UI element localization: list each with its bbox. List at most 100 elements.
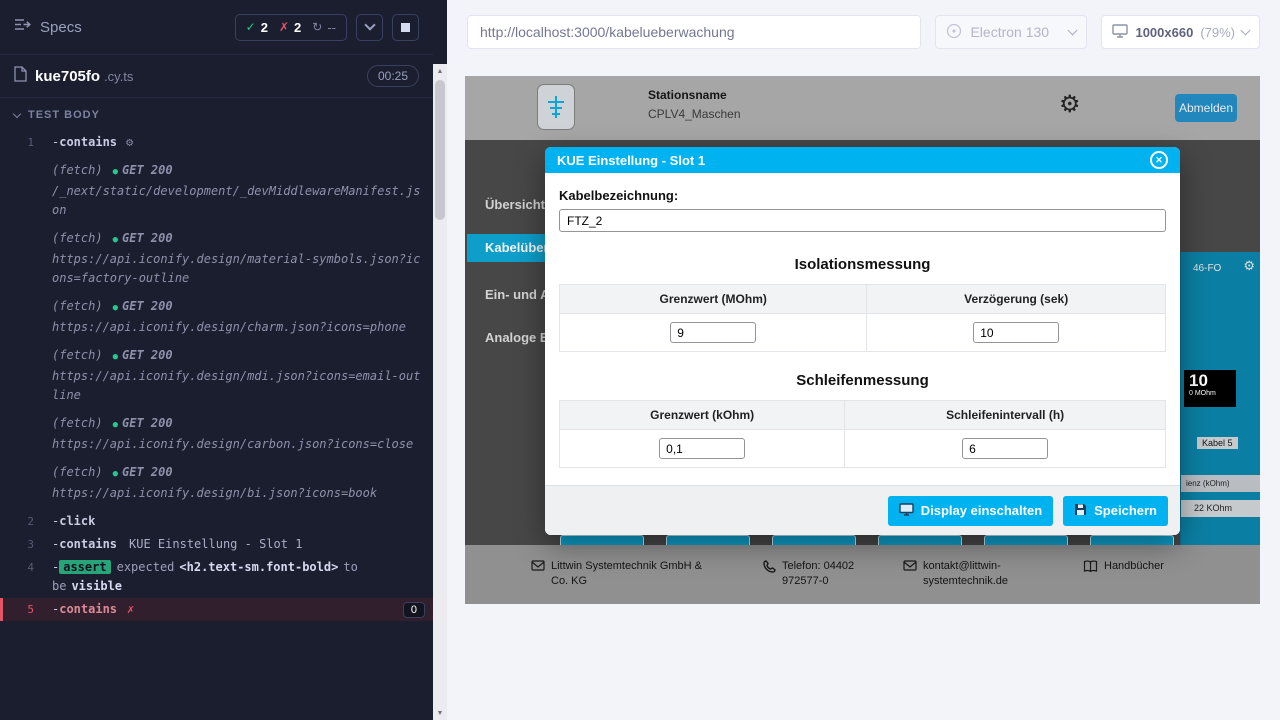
slot-button[interactable] (666, 535, 750, 545)
footer-company: Littwin Systemtechnik GmbH & Co. KG (531, 559, 717, 589)
panel-gear-icon[interactable]: ⚙ (1243, 258, 1255, 274)
footer-phone: Telefon: 04402 972577-0 (763, 559, 885, 589)
kue-settings-modal: KUE Einstellung - Slot 1 ✕ Kabelbezeichn… (545, 147, 1180, 535)
modal-header: KUE Einstellung - Slot 1 ✕ (545, 147, 1180, 173)
station-value: CPLV4_Maschen (648, 107, 741, 121)
scroll-down-icon[interactable]: ▼ (433, 706, 447, 720)
close-icon[interactable]: ✕ (1150, 151, 1168, 169)
panel-row: ienz (kOhm) (1181, 475, 1260, 492)
column-header: Grenzwert (MOhm) (560, 285, 867, 314)
app-footer: Littwin Systemtechnik GmbH & Co. KG Tele… (465, 545, 1260, 604)
grenzwert-kohm-input[interactable] (659, 438, 745, 459)
chevron-down-icon (1241, 26, 1251, 36)
reporter-panel: Specs ✓2 ✗2 ↻-- kue705fo.cy.ts 00:25 TES… (0, 0, 447, 720)
column-header: Grenzwert (kOhm) (560, 401, 845, 430)
browser-label: Electron 130 (970, 24, 1049, 40)
kabel-name-input[interactable] (559, 209, 1166, 232)
sidebar-item-analoge[interactable]: Analoge Ei (485, 330, 552, 345)
browser-selector[interactable]: Electron 130 (935, 15, 1087, 49)
command-row[interactable]: 2 -click (0, 510, 433, 533)
status-dot-icon: ● (113, 420, 118, 430)
chevron-down-icon (1068, 26, 1078, 36)
fetch-log-row[interactable]: (fetch)●GET 200https://api.iconify.desig… (0, 344, 433, 407)
spec-extension: .cy.ts (104, 69, 133, 84)
column-header: Schleifenintervall (h) (845, 401, 1166, 430)
specs-label[interactable]: Specs (40, 19, 82, 36)
slot-button[interactable] (560, 535, 644, 545)
collapse-button[interactable] (356, 14, 383, 41)
pending-count: ↻-- (312, 20, 336, 35)
command-row[interactable]: 3 -containsKUE Einstellung - Slot 1 (0, 533, 433, 556)
fetch-log-row[interactable]: (fetch)●GET 200https://api.iconify.desig… (0, 227, 433, 290)
logout-button[interactable]: Abmelden (1175, 94, 1237, 122)
check-icon: ✓ (246, 20, 256, 34)
schleife-table: Grenzwert (kOhm) Schleifenintervall (h) (559, 400, 1166, 468)
fetch-log-row[interactable]: (fetch)●GET 200https://api.iconify.desig… (0, 461, 433, 505)
gear-icon: ⚙ (126, 135, 133, 149)
chevron-down-icon (364, 19, 375, 30)
cross-icon: ✗ (279, 20, 289, 34)
mail-icon (903, 559, 917, 589)
slot-button-row (560, 535, 1174, 545)
footer-email[interactable]: kontakt@littwin-systemtechnik.de (903, 559, 1007, 589)
schleifenintervall-input[interactable] (962, 438, 1048, 459)
runner-topbar: Electron 130 1000x660 (79%) (447, 0, 1280, 64)
status-dot-icon: ● (113, 352, 118, 362)
assert-row[interactable]: 4 -assertexpected<h2.text-sm.font-bold>t… (0, 556, 433, 598)
reporter-header: Specs ✓2 ✗2 ↻-- (0, 0, 433, 54)
display-icon (899, 503, 914, 519)
verzoegerung-input[interactable] (973, 322, 1059, 343)
station-info: Stationsname CPLV4_Maschen (648, 88, 741, 121)
panel-title: 46-FO (1193, 263, 1221, 274)
slot-button[interactable] (878, 535, 962, 545)
kabel-name-label: Kabelbezeichnung: (559, 188, 1166, 203)
spec-file-icon (14, 66, 27, 87)
slot-button[interactable] (1090, 535, 1174, 545)
stop-button[interactable] (392, 14, 419, 41)
kabel-status-panel: 46-FO ⚙ 10 0 MOhm Kabel 5 ienz (kOhm) 22… (1180, 252, 1260, 545)
status-dot-icon: ● (113, 235, 118, 245)
display-on-button[interactable]: Display einschalten (888, 496, 1053, 526)
status-dot-icon: ● (113, 303, 118, 313)
footer-manuals[interactable]: Handbücher (1083, 559, 1164, 577)
slot-button[interactable] (772, 535, 856, 545)
modal-body: Kabelbezeichnung: Isolationsmessung Gren… (545, 173, 1180, 472)
book-icon (1083, 559, 1098, 577)
table-cell (867, 314, 1166, 352)
command-row[interactable]: 1 -contains⚙ (0, 131, 433, 154)
save-button[interactable]: Speichern (1063, 496, 1168, 526)
measurement-value: 10 0 MOhm (1184, 370, 1236, 407)
status-dot-icon: ● (113, 167, 118, 177)
fetch-log-row[interactable]: (fetch)●GET 200/_next/static/development… (0, 159, 433, 222)
reporter-scrollbar[interactable]: ▲ ▼ (433, 64, 447, 720)
scrollbar-thumb[interactable] (435, 80, 445, 220)
fetch-log-row[interactable]: (fetch)●GET 200https://api.iconify.desig… (0, 412, 433, 456)
match-count-badge: 0 (403, 602, 425, 618)
grenzwert-mohm-input[interactable] (670, 322, 756, 343)
isolation-section-title: Isolationsmessung (559, 256, 1166, 273)
sidebar-item-uebersicht[interactable]: Übersicht (485, 197, 545, 212)
viewport-selector[interactable]: 1000x660 (79%) (1101, 15, 1260, 49)
failed-command-row[interactable]: 5 -contains✗0 (0, 598, 433, 621)
slot-button[interactable] (984, 535, 1068, 545)
test-body-section[interactable]: TEST BODY (0, 98, 433, 127)
modal-title: KUE Einstellung - Slot 1 (557, 153, 705, 168)
failed-count: ✗2 (279, 20, 301, 35)
viewport-size: 1000x660 (1135, 25, 1193, 40)
mail-icon (531, 559, 545, 589)
status-dot-icon: ● (113, 469, 118, 479)
chevron-down-icon (13, 110, 21, 118)
fetch-log-row[interactable]: (fetch)●GET 200https://api.iconify.desig… (0, 295, 433, 339)
test-body-label: TEST BODY (28, 109, 100, 121)
command-log: 1 -contains⚙ (fetch)●GET 200/_next/stati… (0, 127, 433, 631)
app-settings-gear-icon[interactable]: ⚙ (1059, 90, 1081, 119)
specs-menu-icon[interactable] (14, 18, 31, 36)
viewport-zoom: (79%) (1200, 25, 1235, 40)
spec-timer: 00:25 (367, 65, 419, 87)
spec-row[interactable]: kue705fo.cy.ts 00:25 (0, 54, 433, 98)
panel-row: 22 KOhm (1181, 500, 1260, 517)
scroll-up-icon[interactable]: ▲ (433, 64, 447, 78)
url-input[interactable] (467, 15, 921, 49)
company-logo (537, 84, 575, 130)
phone-icon (763, 559, 776, 589)
